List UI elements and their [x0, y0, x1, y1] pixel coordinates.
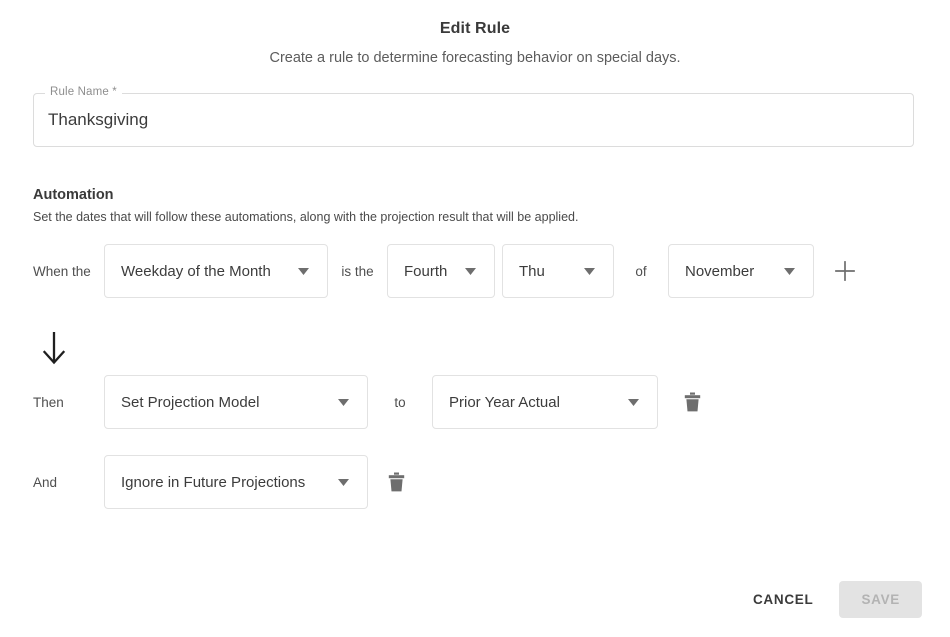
chevron-down-icon: [623, 398, 643, 406]
chevron-down-icon: [333, 398, 353, 406]
weekday-value: Thu: [519, 262, 545, 280]
action-type-select[interactable]: Ignore in Future Projections: [104, 455, 368, 509]
save-button[interactable]: SAVE: [839, 581, 922, 618]
chevron-down-icon: [333, 478, 353, 486]
trash-icon: [684, 392, 701, 412]
weekday-select[interactable]: Thu: [502, 244, 614, 298]
automation-title: Automation: [33, 187, 114, 203]
add-condition-button[interactable]: [828, 254, 862, 288]
flow-arrow: [38, 330, 70, 370]
automation-description: Set the dates that will follow these aut…: [33, 210, 579, 224]
arrow-down-icon: [41, 331, 67, 370]
dialog-header: Edit Rule Create a rule to determine for…: [0, 0, 950, 67]
ordinal-select[interactable]: Fourth: [387, 244, 495, 298]
condition-type-value: Weekday of the Month: [121, 262, 271, 280]
page-subtitle: Create a rule to determine forecasting b…: [269, 50, 681, 66]
delete-action-button[interactable]: [676, 386, 708, 418]
month-value: November: [685, 262, 755, 280]
action-type-value: Ignore in Future Projections: [121, 473, 306, 491]
dialog-footer: CANCEL SAVE: [737, 581, 922, 618]
plus-icon: [834, 260, 856, 282]
action-value-text: Prior Year Actual: [449, 393, 560, 411]
condition-type-select[interactable]: Weekday of the Month: [104, 244, 328, 298]
chevron-down-icon: [779, 267, 799, 275]
of-label: of: [635, 263, 647, 279]
is-the-label: is the: [341, 263, 374, 279]
page-title: Edit Rule: [439, 20, 511, 37]
ordinal-value: Fourth: [404, 262, 448, 280]
then-label: Then: [33, 394, 64, 410]
chevron-down-icon: [460, 267, 480, 275]
to-label: to: [394, 394, 406, 410]
edit-rule-dialog: Edit Rule Create a rule to determine for…: [0, 0, 950, 637]
rule-name-input[interactable]: [48, 93, 902, 147]
chevron-down-icon: [293, 267, 313, 275]
action-type-value: Set Projection Model: [121, 393, 260, 411]
automation-section: Automation Set the dates that will follo…: [33, 186, 913, 225]
month-select[interactable]: November: [668, 244, 814, 298]
and-label: And: [33, 474, 58, 490]
condition-row: When the Weekday of the Month is the Fou…: [33, 244, 862, 298]
action-row: And Ignore in Future Projections: [33, 455, 412, 509]
delete-action-button[interactable]: [380, 466, 412, 498]
action-type-select[interactable]: Set Projection Model: [104, 375, 368, 429]
cancel-button[interactable]: CANCEL: [737, 582, 829, 617]
action-row: Then Set Projection Model to Prior Year …: [33, 375, 708, 429]
action-value-select[interactable]: Prior Year Actual: [432, 375, 658, 429]
when-label: When the: [33, 263, 91, 279]
chevron-down-icon: [579, 267, 599, 275]
trash-icon: [388, 472, 405, 492]
rule-name-field[interactable]: Rule Name *: [33, 85, 914, 147]
